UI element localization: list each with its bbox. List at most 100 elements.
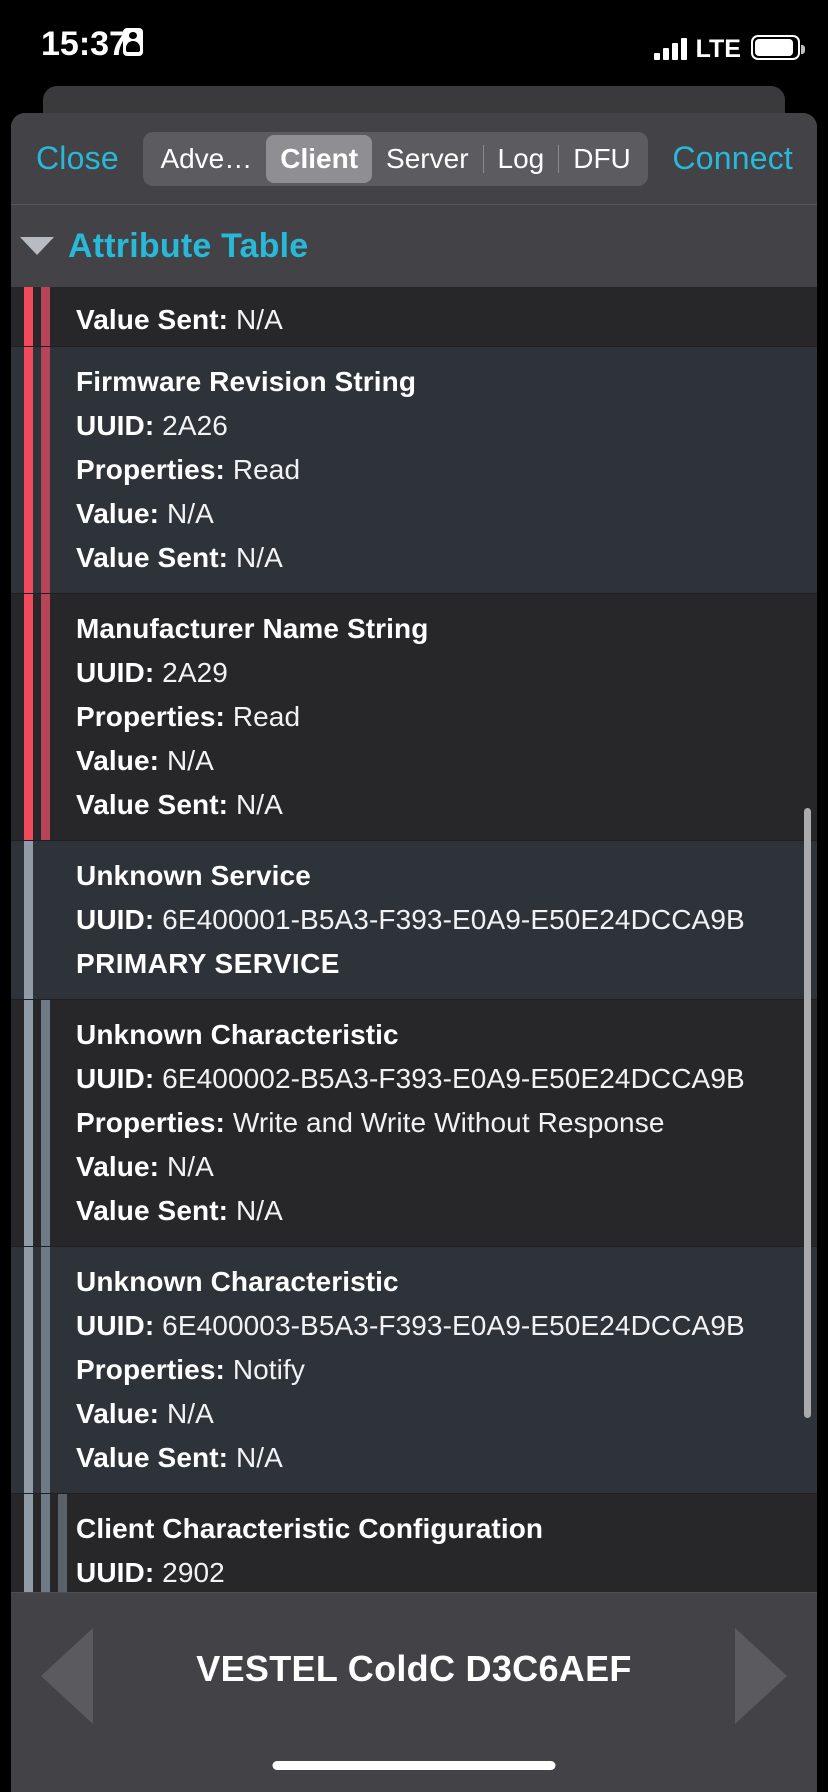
field-value: Read bbox=[232, 454, 301, 485]
table-row[interactable]: Unknown Characteristic UUID: 6E400003-B5A… bbox=[11, 1247, 817, 1494]
tab-adve[interactable]: Adve… bbox=[146, 135, 266, 183]
level-bar bbox=[58, 1494, 67, 1592]
modal-sheet: Close Adve… Client Server Log DFU Connect At… bbox=[11, 113, 817, 1792]
battery-cap bbox=[801, 45, 805, 54]
table-row[interactable]: Value: N/AValue Sent: N/A bbox=[11, 287, 817, 347]
attribute-field: UUID: 6E400002-B5A3-F393-E0A9-E50E24DCCA… bbox=[76, 1057, 803, 1101]
attribute-name: Client Characteristic Configuration bbox=[76, 1513, 544, 1544]
field-key: Value Sent: bbox=[76, 1442, 229, 1473]
attribute-field: Properties: Read bbox=[76, 448, 803, 492]
status-bar: 15:37 LTE bbox=[0, 0, 828, 86]
row-content-clip: Unknown Service UUID: 6E400001-B5A3-F393-… bbox=[11, 841, 817, 1000]
attribute-field: UUID: 2902 bbox=[76, 1551, 803, 1592]
attribute-field: Value: N/A bbox=[76, 492, 803, 536]
tab-client[interactable]: Client bbox=[266, 134, 373, 183]
table-row[interactable]: Unknown Service UUID: 6E400001-B5A3-F393-… bbox=[11, 841, 817, 1000]
field-value: 6E400002-B5A3-F393-E0A9-E50E24DCCA9B bbox=[162, 1063, 745, 1094]
field-value: 2A29 bbox=[162, 657, 228, 688]
table-row[interactable]: Client Characteristic Configuration UUID:… bbox=[11, 1494, 817, 1592]
attribute-field: Properties: Write and Write Without Resp… bbox=[76, 1101, 803, 1145]
field-key: Value: bbox=[76, 287, 159, 291]
field-key: Value: bbox=[76, 1151, 160, 1182]
row-content-clip: Client Characteristic Configuration UUID:… bbox=[11, 1494, 817, 1592]
level-bar bbox=[41, 347, 50, 594]
field-value: Write and Write Without Response bbox=[232, 1107, 665, 1138]
home-indicator bbox=[272, 1761, 556, 1770]
attribute-name: Unknown Service bbox=[76, 860, 311, 891]
field-value: N/A bbox=[235, 304, 283, 335]
close-button[interactable]: Close bbox=[27, 140, 119, 177]
carrier-tech-label: LTE bbox=[695, 35, 741, 63]
table-row[interactable]: Unknown Characteristic UUID: 6E400002-B5A… bbox=[11, 1000, 817, 1247]
level-bar bbox=[41, 1247, 50, 1494]
attribute-name: Unknown Characteristic bbox=[76, 1019, 399, 1050]
level-bar bbox=[41, 594, 50, 841]
row-body: Firmware Revision String UUID: 2A26 Proper… bbox=[11, 347, 817, 594]
field-key: UUID: bbox=[76, 657, 155, 688]
field-key: Value: bbox=[76, 498, 160, 529]
field-key: Value Sent: bbox=[76, 542, 229, 573]
row-content-clip: Firmware Revision String UUID: 2A26 Proper… bbox=[11, 347, 817, 594]
connect-button[interactable]: Connect bbox=[672, 140, 801, 177]
row-content-clip: Unknown Characteristic UUID: 6E400002-B5A… bbox=[11, 1000, 817, 1247]
attribute-field: Value Sent: N/A bbox=[76, 1436, 803, 1480]
status-bar-time: 15:37 bbox=[41, 25, 128, 63]
chevron-right-icon[interactable] bbox=[735, 1628, 787, 1724]
vertical-scrollbar[interactable] bbox=[804, 808, 811, 1418]
level-bar bbox=[24, 287, 33, 347]
field-value: N/A bbox=[235, 542, 283, 573]
field-value: Read bbox=[232, 701, 301, 732]
field-value: N/A bbox=[166, 1151, 214, 1182]
attribute-field: UUID: 6E400001-B5A3-F393-E0A9-E50E24DCCA… bbox=[76, 898, 803, 942]
tab-dfu[interactable]: DFU bbox=[559, 135, 645, 183]
field-value: N/A bbox=[166, 498, 214, 529]
attribute-field: UUID: 6E400003-B5A3-F393-E0A9-E50E24DCCA… bbox=[76, 1304, 803, 1348]
field-key: UUID: bbox=[76, 410, 155, 441]
tab-log[interactable]: Log bbox=[484, 135, 559, 183]
field-key: Value Sent: bbox=[76, 304, 229, 335]
field-key: UUID: bbox=[76, 904, 155, 935]
attribute-field: Value Sent: N/A bbox=[76, 783, 803, 827]
row-body: Unknown Characteristic UUID: 6E400003-B5A… bbox=[11, 1247, 817, 1494]
field-value: 6E400003-B5A3-F393-E0A9-E50E24DCCA9B bbox=[162, 1310, 745, 1341]
device-name-label: VESTEL ColdC D3C6AEF bbox=[196, 1648, 632, 1689]
attribute-field: Value: N/A bbox=[76, 1145, 803, 1189]
phone-screen: 15:37 LTE Close Adve… Client Server Log DFU … bbox=[0, 0, 828, 1792]
row-content-clip: Value: N/AValue Sent: N/A bbox=[11, 287, 817, 347]
level-bar bbox=[24, 1000, 33, 1247]
tab-server[interactable]: Server bbox=[372, 135, 482, 183]
attribute-field: Value: N/A bbox=[76, 1392, 803, 1436]
row-body: Unknown Characteristic UUID: 6E400002-B5A… bbox=[11, 1000, 817, 1247]
status-bar-right-cluster: LTE bbox=[653, 30, 805, 63]
attribute-name: Firmware Revision String bbox=[76, 366, 417, 397]
table-row[interactable]: Firmware Revision String UUID: 2A26 Proper… bbox=[11, 347, 817, 594]
level-bar bbox=[24, 347, 33, 594]
field-key: UUID: bbox=[76, 1557, 155, 1588]
portrait-lock-icon bbox=[123, 28, 143, 56]
attribute-table-list[interactable]: Value: N/AValue Sent: N/AFirmware Revisi… bbox=[11, 287, 817, 1592]
field-key: Properties: bbox=[76, 1354, 225, 1385]
row-body: Client Characteristic Configuration UUID:… bbox=[11, 1494, 817, 1592]
field-value: 6E400001-B5A3-F393-E0A9-E50E24DCCA9B bbox=[162, 904, 745, 935]
row-body: Unknown Service UUID: 6E400001-B5A3-F393-… bbox=[11, 841, 817, 1000]
segmented-control[interactable]: Adve… Client Server Log DFU bbox=[143, 131, 648, 186]
field-value: N/A bbox=[166, 745, 214, 776]
level-bar bbox=[41, 287, 50, 347]
table-row[interactable]: Manufacturer Name String UUID: 2A29 Proper… bbox=[11, 594, 817, 841]
chevron-down-icon[interactable] bbox=[20, 237, 54, 255]
field-key: Properties: bbox=[76, 701, 225, 732]
field-key: Properties: bbox=[76, 454, 225, 485]
attribute-field: UUID: 2A29 bbox=[76, 651, 803, 695]
attribute-name: Manufacturer Name String bbox=[76, 613, 429, 644]
field-key: Properties: bbox=[76, 1107, 225, 1138]
attribute-name: Unknown Characteristic bbox=[76, 1266, 399, 1297]
level-bar bbox=[41, 1494, 50, 1592]
field-key: Value Sent: bbox=[76, 789, 229, 820]
field-value: N/A bbox=[235, 1195, 283, 1226]
battery-icon bbox=[751, 35, 805, 60]
cellular-signal-icon bbox=[653, 38, 687, 60]
attribute-table-header[interactable]: Attribute Table bbox=[11, 204, 817, 287]
field-key: Value Sent: bbox=[76, 1195, 229, 1226]
field-value: 2A26 bbox=[162, 410, 228, 441]
level-bar bbox=[24, 841, 33, 1000]
